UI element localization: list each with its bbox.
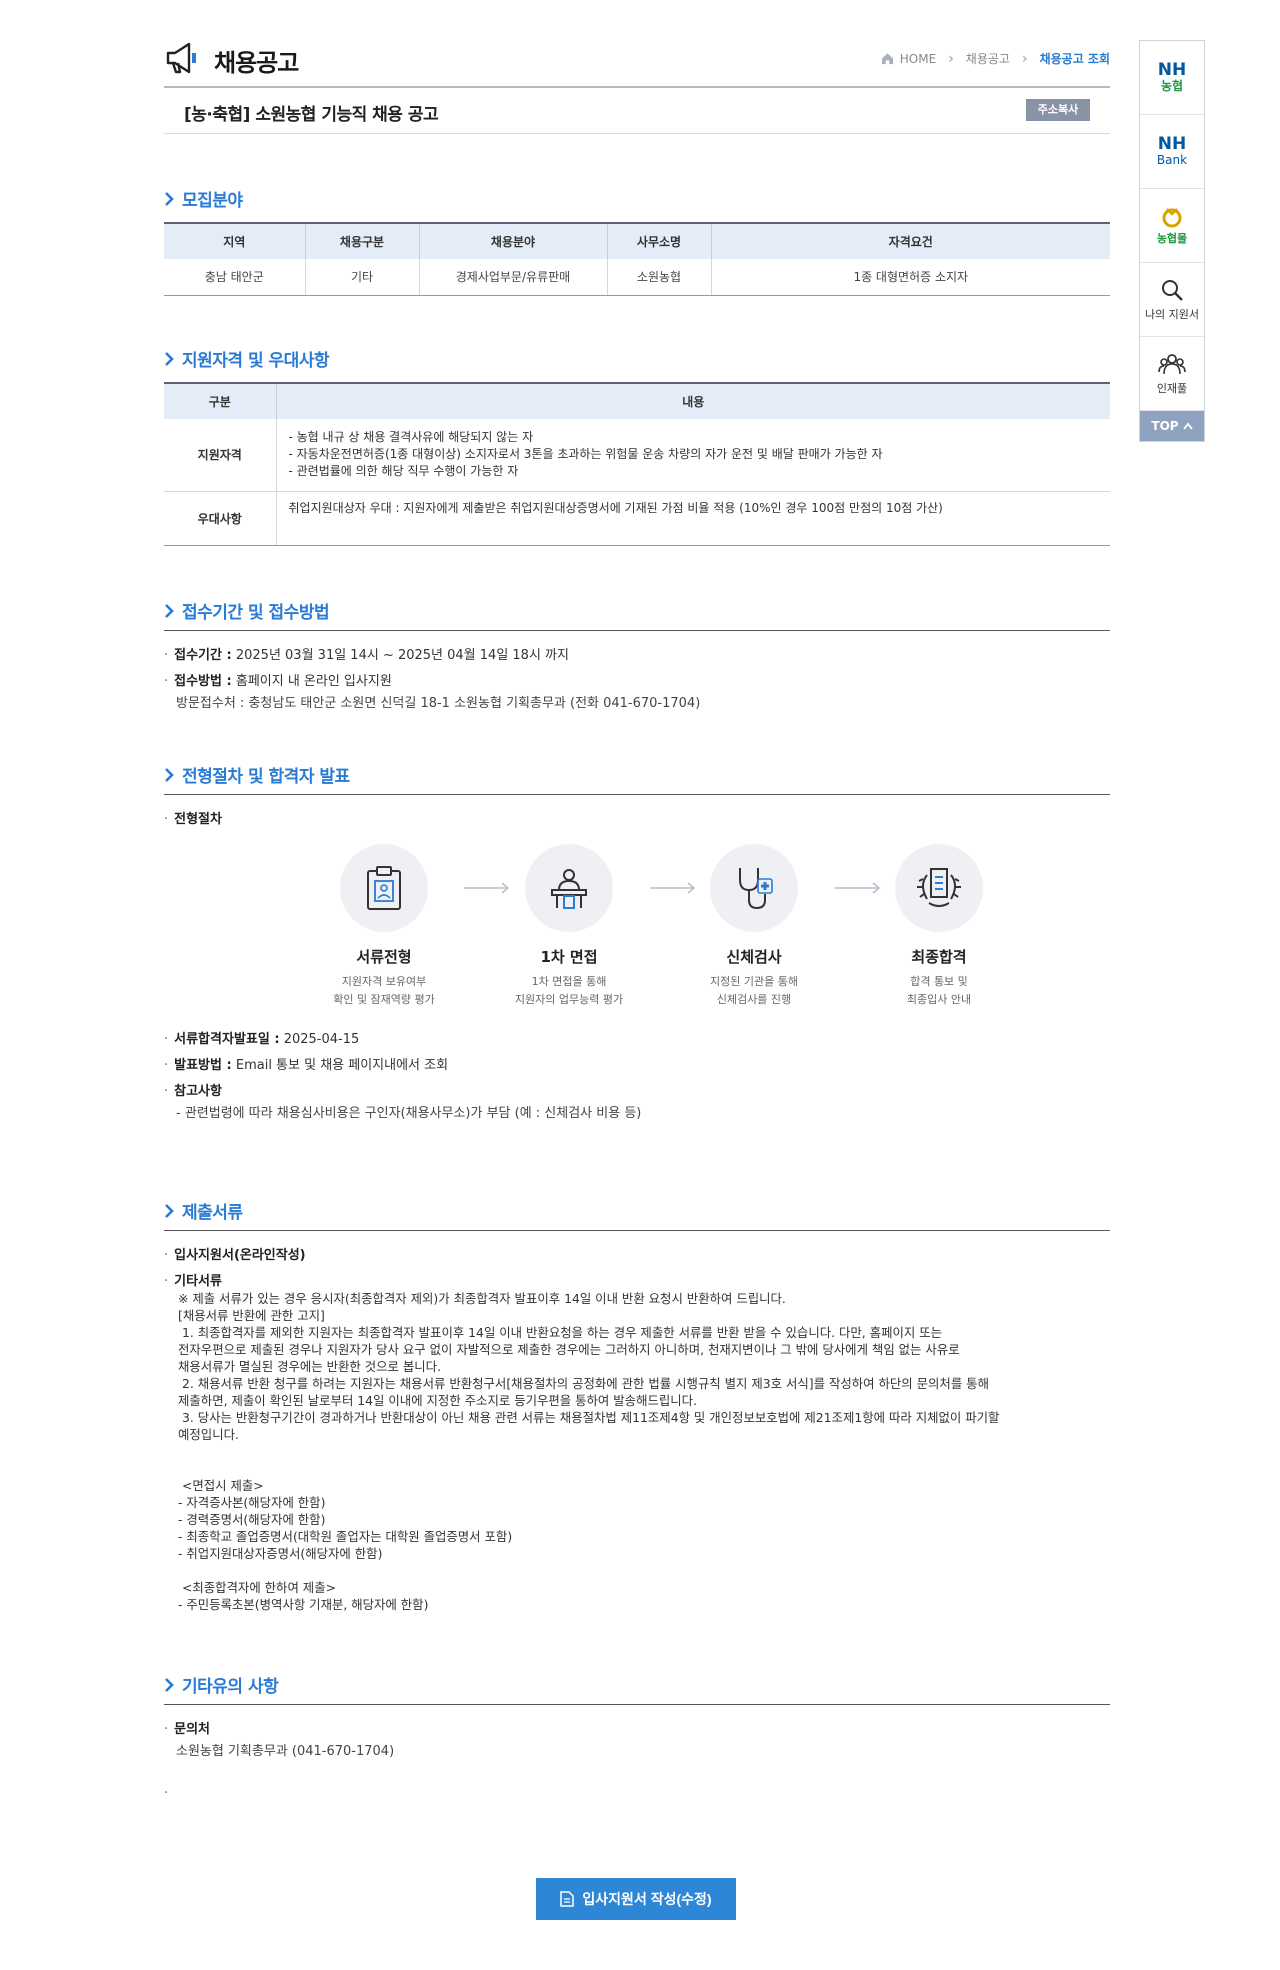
document-icon (560, 1891, 575, 1907)
section-title-process: 전형절차 및 합격자 발표 (164, 762, 350, 787)
documents-body: ※ 제출 서류가 있는 경우 응시자(최종합격자 제외)가 최종합격자 발표이후… (178, 1291, 1000, 1612)
col-header: 구분 (164, 382, 276, 419)
nh-logo: NH 농협 (1157, 59, 1187, 93)
step-document: 서류전형 지원자격 보유여부 확인 및 잠재역량 평가 (314, 844, 454, 1009)
write-application-button[interactable]: 입사지원서 작성(수정) (536, 1878, 736, 1920)
chevron-right-icon (165, 603, 174, 618)
scroll-top-button[interactable]: TOP (1140, 411, 1204, 441)
breadcrumb: HOME › 채용공고 › 채용공고 조회 (881, 50, 1110, 67)
breadcrumb-current: 채용공고 조회 (1039, 52, 1110, 66)
documents-item2: · 기타서류 (164, 1274, 222, 1289)
col-header: 채용구분 (304, 222, 419, 259)
announce-method: · 발표방법 : Email 통보 및 채용 페이지내에서 조회 (164, 1058, 449, 1073)
chevron-right-icon (165, 351, 174, 366)
mall-logo-icon (1162, 207, 1182, 227)
col-header: 사무소명 (606, 222, 711, 259)
row-content: - 농협 내규 상 채용 결격사유에 해당되지 않는 자 - 자동차운전면허증(… (276, 419, 1110, 492)
row-label: 우대사항 (164, 491, 277, 546)
divider (164, 630, 1110, 631)
reception-visit: 방문접수처 : 충청남도 태안군 소원면 신덕길 18-1 소원농협 기획총무과… (176, 696, 701, 711)
process-steps: 서류전형 지원자격 보유여부 확인 및 잠재역량 평가 1차 면접 1차 면접을 … (314, 844, 1004, 1006)
interview-icon (551, 869, 587, 909)
chevron-right-icon (165, 767, 174, 782)
note-text: - 관련법령에 따라 채용심사비용은 구인자(채용사무소)가 부담 (예 : 신… (176, 1106, 642, 1121)
reception-method: · 접수방법 : 홈페이지 내 온라인 입사지원 (164, 674, 392, 689)
page-header: 채용공고 HOME › 채용공고 › 채용공고 조회 (164, 38, 1110, 88)
table-cell: 경제사업부문/유류판매 (418, 259, 607, 296)
award-icon (917, 868, 961, 907)
page-title: 채용공고 (214, 49, 299, 77)
chevron-right-icon: › (1021, 50, 1028, 67)
chevron-right-icon: › (948, 50, 954, 67)
nh-bank-link[interactable]: NH Bank (1140, 115, 1204, 189)
step-name: 신체검사 (726, 948, 782, 966)
job-title-row: [농·축협] 소원농협 기능직 채용 공고 주소복사 (164, 88, 1110, 134)
step-final: 최종합격 합격 통보 및 최종입사 안내 (869, 844, 1009, 1009)
section-title-etc: 기타유의 사항 (164, 1672, 279, 1697)
divider (164, 1704, 1110, 1705)
step-desc: 합격 통보 및 최종입사 안내 (906, 975, 972, 1006)
nh-nonghyup-link[interactable]: NH 농협 (1140, 41, 1204, 115)
step-desc: 지정된 기관을 통해 신체검사를 진행 (710, 975, 798, 1006)
contact-label: · 문의처 (164, 1722, 211, 1737)
table-row: 지원자격 - 농협 내규 상 채용 결격사유에 해당되지 않는 자 - 자동차운… (164, 419, 1110, 492)
search-icon (1162, 279, 1183, 301)
section-title-qualification: 지원자격 및 우대사항 (164, 346, 330, 371)
table-row: 충남 태안군 기타 경제사업부문/유류판매 소원농협 1종 대형면허증 소지자 (164, 259, 1110, 296)
row-label: 지원자격 (164, 419, 277, 492)
divider (164, 1230, 1110, 1231)
step-name: 서류전형 (356, 948, 412, 966)
col-header: 내용 (275, 382, 1110, 419)
talent-pool-link[interactable]: 인재풀 (1140, 337, 1204, 411)
table-cell: 1종 대형면허증 소지자 (710, 259, 1110, 296)
doc-announce-date: · 서류합격자발표일 : 2025-04-15 (164, 1032, 360, 1047)
chevron-right-icon (165, 1203, 174, 1218)
table-cell: 소원농협 (606, 259, 711, 296)
section-title-recruit: 모집분야 (164, 186, 243, 211)
home-icon (881, 53, 893, 65)
table-cell: 충남 태안군 (164, 259, 305, 296)
chevron-up-icon (1182, 422, 1193, 430)
clipboard-icon (367, 866, 401, 910)
col-header: 자격요건 (710, 222, 1110, 259)
note-label: · 참고사항 (164, 1084, 222, 1099)
step-name: 최종합격 (911, 948, 967, 966)
job-title: [농·축협] 소원농협 기능직 채용 공고 (184, 105, 439, 125)
breadcrumb-recruit[interactable]: 채용공고 (966, 50, 1010, 67)
qualification-table: 구분 내용 지원자격 - 농협 내규 상 채용 결격사유에 해당되지 않는 자 … (164, 382, 1110, 546)
people-icon (1158, 353, 1186, 374)
documents-item1: · 입사지원서(온라인작성) (164, 1248, 306, 1263)
section-title-reception: 접수기간 및 접수방법 (164, 598, 330, 623)
step-name: 1차 면접 (540, 948, 598, 966)
megaphone-icon (166, 42, 196, 74)
chevron-right-icon (165, 1677, 174, 1692)
breadcrumb-home[interactable]: HOME (900, 52, 936, 66)
col-header: 지역 (164, 222, 305, 259)
chevron-right-icon (165, 191, 174, 206)
stethoscope-icon (739, 868, 773, 910)
step-desc: 지원자격 보유여부 확인 및 잠재역량 평가 (333, 975, 435, 1006)
step-medical: 신체검사 지정된 기관을 통해 신체검사를 진행 (684, 844, 824, 1009)
step-interview: 1차 면접 1차 면접을 통해 지원자의 업무능력 평가 (499, 844, 639, 1009)
copy-address-button[interactable]: 주소복사 (1026, 99, 1090, 121)
process-label: · 전형절차 (164, 812, 222, 827)
contact-text: 소원농협 기획총무과 (041-670-1704) (176, 1744, 395, 1759)
quick-menu: NH 농협 NH Bank 농협몰 나의 지원서 인재풀 TOP (1139, 40, 1205, 442)
divider (164, 794, 1110, 795)
empty-bullet: · (164, 1786, 169, 1801)
nh-mall-link[interactable]: 농협몰 (1140, 189, 1204, 263)
row-content: 취업지원대상자 우대 : 지원자에게 제출받은 취업지원대상증명서에 기재된 가… (276, 491, 1110, 546)
section-title-documents: 제출서류 (164, 1198, 243, 1223)
step-desc: 1차 면접을 통해 지원자의 업무능력 평가 (514, 975, 624, 1006)
nh-bank-logo: NH Bank (1156, 133, 1188, 167)
table-cell: 기타 (304, 259, 419, 296)
recruit-table: 지역 채용구분 채용분야 사무소명 자격요건 충남 태안군 기타 경제사업부문/… (164, 222, 1110, 296)
my-application-link[interactable]: 나의 지원서 (1140, 263, 1204, 337)
table-row: 우대사항 취업지원대상자 우대 : 지원자에게 제출받은 취업지원대상증명서에 … (164, 491, 1110, 546)
col-header: 채용분야 (418, 222, 607, 259)
reception-period: · 접수기간 : 2025년 03월 31일 14시 ~ 2025년 04월 14… (164, 648, 569, 663)
